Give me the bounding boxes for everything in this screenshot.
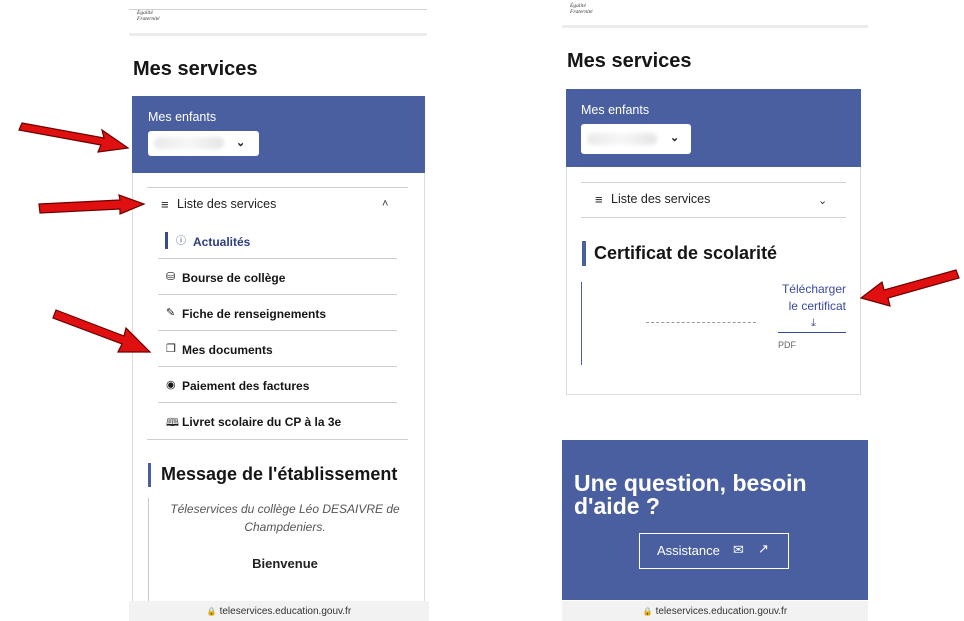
motto-line: Fraternité bbox=[570, 9, 593, 15]
active-indicator bbox=[165, 232, 168, 249]
menu-top-divider bbox=[147, 187, 408, 188]
url-text: teleservices.education.gouv.fr bbox=[655, 606, 788, 617]
annotation-arrow-download bbox=[860, 269, 960, 307]
services-menu-toggle[interactable]: ≡ Liste des services bbox=[161, 197, 401, 215]
payment-icon: ◉ bbox=[166, 379, 176, 391]
section-title-bar bbox=[582, 241, 586, 266]
menu-top-divider bbox=[581, 182, 846, 183]
file-format-label: PDF bbox=[778, 340, 796, 350]
assistance-button[interactable]: Assistance ✉ ↗ bbox=[639, 533, 789, 569]
children-selector-panel: Mes enfants ⌄ bbox=[566, 89, 861, 167]
download-link-line-2: le certificat bbox=[788, 299, 846, 313]
help-panel: Une question, besoin d'aide ? Assistance… bbox=[562, 440, 868, 600]
header-motto: Égalité Fraternité bbox=[570, 3, 593, 15]
redacted-child-name bbox=[587, 133, 657, 145]
download-link-line-1: Télécharger bbox=[781, 282, 846, 296]
service-item-label: Fiche de renseignements bbox=[182, 307, 327, 321]
help-title-line-2: d'aide ? bbox=[574, 493, 660, 519]
annotation-arrow-child-select bbox=[18, 122, 130, 153]
message-line-1: Téleservices du collège Léo DESAIVRE de bbox=[170, 502, 400, 516]
redacted-child-name bbox=[154, 137, 224, 149]
download-underline bbox=[778, 332, 846, 333]
service-item-label: Actualités bbox=[193, 235, 251, 249]
page-title: Mes services bbox=[133, 58, 258, 80]
download-icon[interactable]: ⤓ bbox=[811, 317, 816, 330]
children-label: Mes enfants bbox=[148, 110, 217, 124]
right-phone-screenshot: Égalité Fraternité Mes services Mes enfa… bbox=[562, 0, 868, 621]
lock-icon: 🔒 bbox=[206, 607, 217, 616]
service-item-label: Mes documents bbox=[182, 343, 273, 357]
service-item-bourse[interactable]: ⛁ Bourse de collège bbox=[158, 259, 397, 295]
certificate-left-border bbox=[581, 282, 582, 365]
service-item-label: Bourse de collège bbox=[182, 271, 286, 285]
documents-icon: ❐ bbox=[166, 343, 176, 355]
help-title-line-1: Une question, besoin bbox=[574, 470, 807, 496]
services-menu-toggle[interactable]: ≡ Liste des services bbox=[595, 192, 835, 210]
children-label: Mes enfants bbox=[581, 103, 650, 117]
menu-bottom-divider bbox=[581, 217, 846, 218]
header-shadow bbox=[562, 25, 868, 28]
list-icon: ≡ bbox=[595, 192, 603, 207]
menu-bottom-divider bbox=[147, 439, 408, 440]
browser-url-bar[interactable]: 🔒 teleservices.education.gouv.fr bbox=[562, 601, 868, 621]
motto-line: Fraternité bbox=[137, 16, 160, 22]
service-item-livret[interactable]: 🕮 Livret scolaire du CP à la 3e bbox=[158, 403, 397, 439]
service-item-label: Paiement des factures bbox=[182, 379, 310, 393]
chevron-down-icon[interactable]: ⌄ bbox=[818, 194, 827, 207]
welcome-text: Bienvenue bbox=[252, 556, 318, 571]
message-left-border bbox=[148, 498, 149, 602]
redacted-student-info bbox=[646, 322, 756, 323]
service-item-fiche[interactable]: ✎ Fiche de renseignements bbox=[158, 295, 397, 331]
children-selector-panel: Mes enfants ⌄ bbox=[132, 96, 425, 173]
url-text: teleservices.education.gouv.fr bbox=[219, 606, 352, 617]
service-item-actualites[interactable]: ⓘ Actualités bbox=[158, 223, 397, 259]
form-edit-icon: ✎ bbox=[166, 307, 176, 319]
lock-icon: 🔒 bbox=[642, 607, 653, 616]
annotation-arrow-services-list bbox=[38, 194, 146, 215]
service-item-documents[interactable]: ❐ Mes documents bbox=[158, 331, 397, 367]
list-icon: ≡ bbox=[161, 197, 169, 212]
certificate-section-title: Certificat de scolarité bbox=[594, 243, 778, 263]
message-section-title: Message de l'établissement bbox=[161, 464, 398, 484]
header-shadow bbox=[129, 33, 427, 36]
book-icon: 🕮 bbox=[166, 417, 179, 429]
coins-icon: ⛁ bbox=[166, 271, 176, 283]
assistance-label: Assistance bbox=[657, 543, 720, 558]
download-certificate-link[interactable]: Télécharger le certificat bbox=[758, 281, 846, 315]
service-item-label: Livret scolaire du CP à la 3e bbox=[182, 415, 342, 429]
help-title: Une question, besoin d'aide ? bbox=[574, 472, 807, 518]
services-menu-label: Liste des services bbox=[611, 192, 711, 206]
service-item-paiement[interactable]: ◉ Paiement des factures bbox=[158, 367, 397, 403]
support-icon: ✉ bbox=[733, 542, 744, 557]
info-icon: ⓘ bbox=[176, 236, 186, 247]
chevron-down-icon: ⌄ bbox=[236, 137, 246, 149]
services-menu-label: Liste des services bbox=[177, 197, 277, 211]
header-divider bbox=[129, 9, 427, 10]
child-select[interactable]: ⌄ bbox=[148, 131, 259, 156]
annotation-arrow-documents bbox=[52, 309, 152, 353]
child-select[interactable]: ⌄ bbox=[581, 124, 691, 154]
page-title: Mes services bbox=[567, 50, 692, 72]
chevron-down-icon: ⌄ bbox=[670, 132, 680, 144]
section-title-bar bbox=[148, 463, 151, 487]
external-link-icon: ↗ bbox=[758, 541, 769, 556]
left-phone-screenshot: Égalité Fraternité Mes services Mes enfa… bbox=[129, 0, 429, 621]
message-line-2: Champdeniers. bbox=[244, 520, 326, 534]
chevron-up-icon[interactable]: ˄ bbox=[382, 198, 388, 210]
browser-url-bar[interactable]: 🔒 teleservices.education.gouv.fr bbox=[129, 601, 429, 621]
header-motto: Égalité Fraternité bbox=[137, 10, 160, 22]
